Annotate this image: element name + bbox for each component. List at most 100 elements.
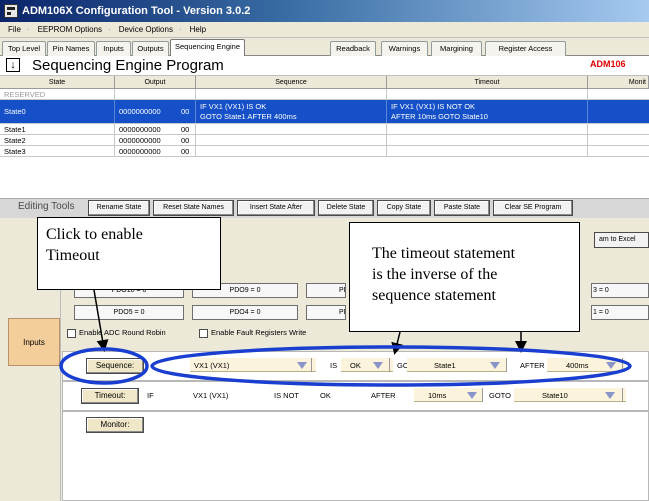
menu-help[interactable]: Help xyxy=(182,22,212,38)
timeout-condition-value: OK xyxy=(320,391,331,400)
pdo3-indicator[interactable]: 3 = 0 xyxy=(591,283,649,298)
table-row[interactable]: State3 0000000000 00 xyxy=(0,146,649,157)
column-header-state[interactable]: State xyxy=(0,76,115,89)
tab-inputs[interactable]: Inputs xyxy=(96,41,131,56)
tab-margining[interactable]: Margining xyxy=(431,41,482,56)
window-title: ADM106X Configuration Tool - Version 3.0… xyxy=(0,0,649,22)
column-header-timeout[interactable]: Timeout xyxy=(387,76,588,89)
device-label: ADM106 xyxy=(590,59,626,69)
sidebar-tab-inputs[interactable]: Inputs xyxy=(8,318,60,366)
column-header-monitor[interactable]: Monit xyxy=(588,76,649,89)
chevron-down-icon[interactable] xyxy=(606,362,616,369)
timeout-cell xyxy=(387,124,588,134)
output-cell xyxy=(115,89,196,99)
callout-right-line-3: sequence statement xyxy=(372,287,496,304)
is-not-label: IS NOT xyxy=(274,391,300,400)
sequence-signal-value: VX1 (VX1) xyxy=(194,361,230,370)
chevron-down-icon[interactable] xyxy=(467,392,477,399)
chevron-down-icon[interactable] xyxy=(297,362,307,369)
tab-pin-names[interactable]: Pin Names xyxy=(47,41,95,56)
timeout-target-value: State10 xyxy=(542,391,568,400)
timeout-line-2: AFTER 10ms GOTO State10 xyxy=(391,112,488,121)
menu-file[interactable]: File xyxy=(0,22,27,38)
menu-eeprom-options[interactable]: EEPROM Options xyxy=(30,22,108,38)
chevron-down-icon[interactable] xyxy=(605,392,615,399)
tab-warnings[interactable]: Warnings xyxy=(381,41,428,56)
page-title: Sequencing Engine Program xyxy=(32,57,224,74)
column-header-output[interactable]: Output xyxy=(115,76,196,89)
tab-register-access[interactable]: Register Access xyxy=(485,41,566,56)
sequence-delay-value: 400ms xyxy=(566,361,589,370)
callout-left-line-1: Click to enable xyxy=(46,226,143,243)
chevron-down-icon[interactable] xyxy=(373,362,383,369)
goto-label: GOTO xyxy=(489,391,511,400)
pdo1-indicator[interactable]: 1 = 0 xyxy=(591,305,649,320)
editing-tools-label: Editing Tools xyxy=(18,201,75,212)
output-cell: 0000000000 xyxy=(119,107,161,116)
menu-bar: File · EEPROM Options · Device Options · Help xyxy=(0,22,649,38)
paste-state-button[interactable]: Paste State xyxy=(434,200,490,216)
tab-readback[interactable]: Readback xyxy=(330,41,376,56)
sequence-line-2: GOTO State1 AFTER 400ms xyxy=(200,112,297,121)
tab-strip: Top Level Pin Names Inputs Outputs Seque… xyxy=(0,38,649,56)
code-cell: 00 xyxy=(179,124,196,134)
tab-top-level[interactable]: Top Level xyxy=(2,41,46,56)
timeout-button[interactable]: Timeout: xyxy=(81,388,139,404)
code-cell: 00 xyxy=(179,100,196,123)
code-cell: 00 xyxy=(179,135,196,145)
table-row[interactable]: State1 0000000000 00 xyxy=(0,124,649,135)
timeout-cell: IF VX1 (VX1) IS NOT OK AFTER 10ms GOTO S… xyxy=(387,100,588,123)
timeout-delay-value: 10ms xyxy=(428,391,447,400)
export-to-excel-button[interactable]: am to Excel xyxy=(594,232,649,248)
menu-device-options[interactable]: Device Options xyxy=(111,22,179,38)
if-label: IF xyxy=(147,391,154,400)
pdo5-indicator[interactable]: PDO5 = 0 xyxy=(74,305,184,320)
after-label: AFTER xyxy=(520,361,545,370)
insert-state-after-button[interactable]: Insert State After xyxy=(237,200,315,216)
chevron-down-icon[interactable] xyxy=(490,362,500,369)
divider xyxy=(622,358,623,372)
output-cell: 0000000000 xyxy=(119,136,161,145)
timeout-signal-value: VX1 (VX1) xyxy=(193,391,229,400)
pdo-indicator-partial[interactable]: PD xyxy=(306,305,346,320)
timeout-cell xyxy=(387,135,588,145)
fault-registers-write-checkbox[interactable] xyxy=(199,329,208,338)
tab-sequencing-engine[interactable]: Sequencing Engine xyxy=(170,39,245,56)
divider xyxy=(506,358,507,372)
divider xyxy=(389,358,390,372)
pin-down-icon[interactable]: ↓ xyxy=(6,58,20,72)
monitor-button[interactable]: Monitor: xyxy=(86,417,144,433)
timeout-cell xyxy=(387,146,588,156)
delete-state-button[interactable]: Delete State xyxy=(318,200,374,216)
sequence-target-value: State1 xyxy=(434,361,456,370)
table-row-selected[interactable]: State0 0000000000 00 IF VX1 (VX1) IS OK … xyxy=(0,100,649,124)
pdo4-indicator[interactable]: PDO4 = 0 xyxy=(192,305,298,320)
sequence-cell xyxy=(196,124,387,134)
reset-state-names-button[interactable]: Reset State Names xyxy=(153,200,234,216)
pdo-indicator-partial[interactable]: PD xyxy=(306,283,346,298)
sequence-button[interactable]: Sequence: xyxy=(86,358,144,374)
divider xyxy=(311,358,312,372)
sequence-cell: IF VX1 (VX1) IS OK GOTO State1 AFTER 400… xyxy=(196,100,387,123)
sequence-condition-dropdown[interactable] xyxy=(341,358,393,372)
callout-left-line-2: Timeout xyxy=(46,247,100,264)
fault-registers-write-label: Enable Fault Registers Write xyxy=(211,328,307,337)
tab-outputs[interactable]: Outputs xyxy=(132,41,169,56)
table-row[interactable]: RESERVED xyxy=(0,89,649,100)
timeout-line-1: IF VX1 (VX1) IS NOT OK xyxy=(391,102,476,111)
is-label: IS xyxy=(330,361,338,370)
state-cell: State2 xyxy=(0,135,115,145)
clear-se-program-button[interactable]: Clear SE Program xyxy=(493,200,573,216)
adc-round-robin-checkbox[interactable] xyxy=(67,329,76,338)
state-cell: State0 xyxy=(0,100,115,123)
copy-state-button[interactable]: Copy State xyxy=(377,200,431,216)
rename-state-button[interactable]: Rename State xyxy=(88,200,150,216)
table-row[interactable]: State2 0000000000 00 xyxy=(0,135,649,146)
callout-timeout-inverse: The timeout statement is the inverse of … xyxy=(349,222,580,332)
app-icon xyxy=(4,4,18,18)
column-header-sequence[interactable]: Sequence xyxy=(196,76,387,89)
output-cell: 0000000000 xyxy=(119,147,161,156)
output-cell: 0000000000 xyxy=(119,125,161,134)
sequence-condition-value: OK xyxy=(350,361,361,370)
adc-round-robin-label: Enable ADC Round Robin xyxy=(79,328,166,337)
